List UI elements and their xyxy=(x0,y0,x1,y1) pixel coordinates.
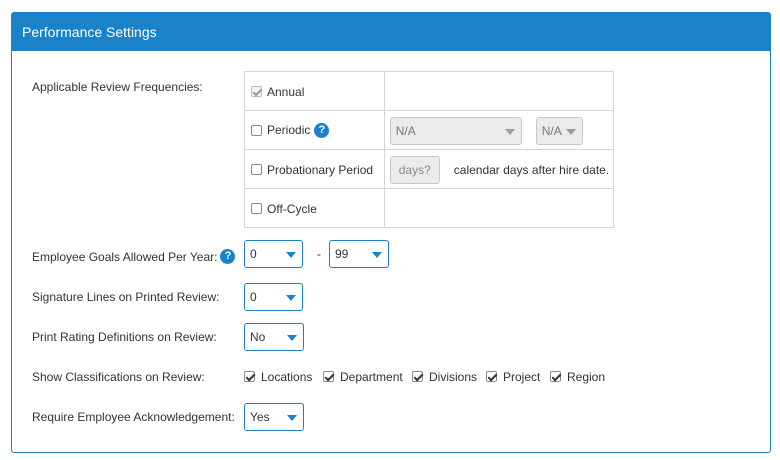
probationary-checkbox[interactable] xyxy=(251,163,262,175)
goals-min-select[interactable]: 0 xyxy=(244,240,303,268)
help-icon[interactable]: ? xyxy=(314,122,330,138)
rating-definitions-label: Print Rating Definitions on Review: xyxy=(32,330,217,344)
periodic-unit-select[interactable]: N/A xyxy=(535,117,583,145)
review-frequencies-label: Applicable Review Frequencies: xyxy=(32,80,203,94)
off-cycle-option[interactable]: Off-Cycle xyxy=(244,188,385,228)
locations-checkbox[interactable] xyxy=(244,371,255,383)
department-checkbox[interactable] xyxy=(323,371,334,383)
goals-max-select[interactable]: 99 xyxy=(329,240,389,268)
help-icon[interactable]: ? xyxy=(220,248,236,264)
classification-region[interactable]: Region xyxy=(550,369,605,384)
goals-label: Employee Goals Allowed Per Year:? xyxy=(32,248,236,264)
off-cycle-checkbox[interactable] xyxy=(251,202,262,214)
periodic-option[interactable]: Periodic? xyxy=(244,110,385,150)
annual-label: Annual xyxy=(267,84,305,99)
off-cycle-label: Off-Cycle xyxy=(267,201,317,216)
probationary-option[interactable]: Probationary Period xyxy=(244,149,385,189)
chevron-down-icon xyxy=(504,129,515,135)
project-checkbox[interactable] xyxy=(486,371,497,383)
rating-definitions-select[interactable]: No xyxy=(244,323,304,351)
divisions-checkbox[interactable] xyxy=(412,371,423,383)
acknowledgement-label: Require Employee Acknowledgement: xyxy=(32,410,235,424)
acknowledgement-select[interactable]: Yes xyxy=(244,403,304,431)
chevron-down-icon xyxy=(286,252,296,258)
chevron-down-icon xyxy=(287,335,297,341)
chevron-down-icon xyxy=(565,129,576,135)
signature-lines-select[interactable]: 0 xyxy=(244,283,303,311)
signature-lines-label: Signature Lines on Printed Review: xyxy=(32,290,220,304)
classification-department[interactable]: Department xyxy=(323,369,403,384)
periodic-interval-select[interactable]: N/A xyxy=(389,117,522,145)
classification-divisions[interactable]: Divisions xyxy=(412,369,477,384)
classification-project[interactable]: Project xyxy=(486,369,540,384)
region-checkbox[interactable] xyxy=(550,371,561,383)
panel-title: Performance Settings xyxy=(12,13,770,51)
classifications-label: Show Classifications on Review: xyxy=(32,370,205,384)
probationary-label: Probationary Period xyxy=(267,162,374,177)
performance-settings-panel: Performance Settings Applicable Review F… xyxy=(11,12,771,453)
review-frequencies-table: Annual Periodic? N/A N/A Probationary Pe… xyxy=(244,71,615,228)
periodic-label: Periodic xyxy=(267,123,311,138)
periodic-checkbox[interactable] xyxy=(251,124,262,136)
goals-range-separator: - xyxy=(317,247,321,261)
probationary-after-text: calendar days after hire date. xyxy=(453,163,610,177)
probationary-days-input[interactable]: days? xyxy=(389,156,440,184)
chevron-down-icon xyxy=(287,415,297,421)
classification-locations[interactable]: Locations xyxy=(244,369,312,384)
annual-checkbox[interactable] xyxy=(251,85,262,97)
chevron-down-icon xyxy=(372,252,382,258)
chevron-down-icon xyxy=(286,295,296,301)
annual-option[interactable]: Annual xyxy=(244,71,385,111)
